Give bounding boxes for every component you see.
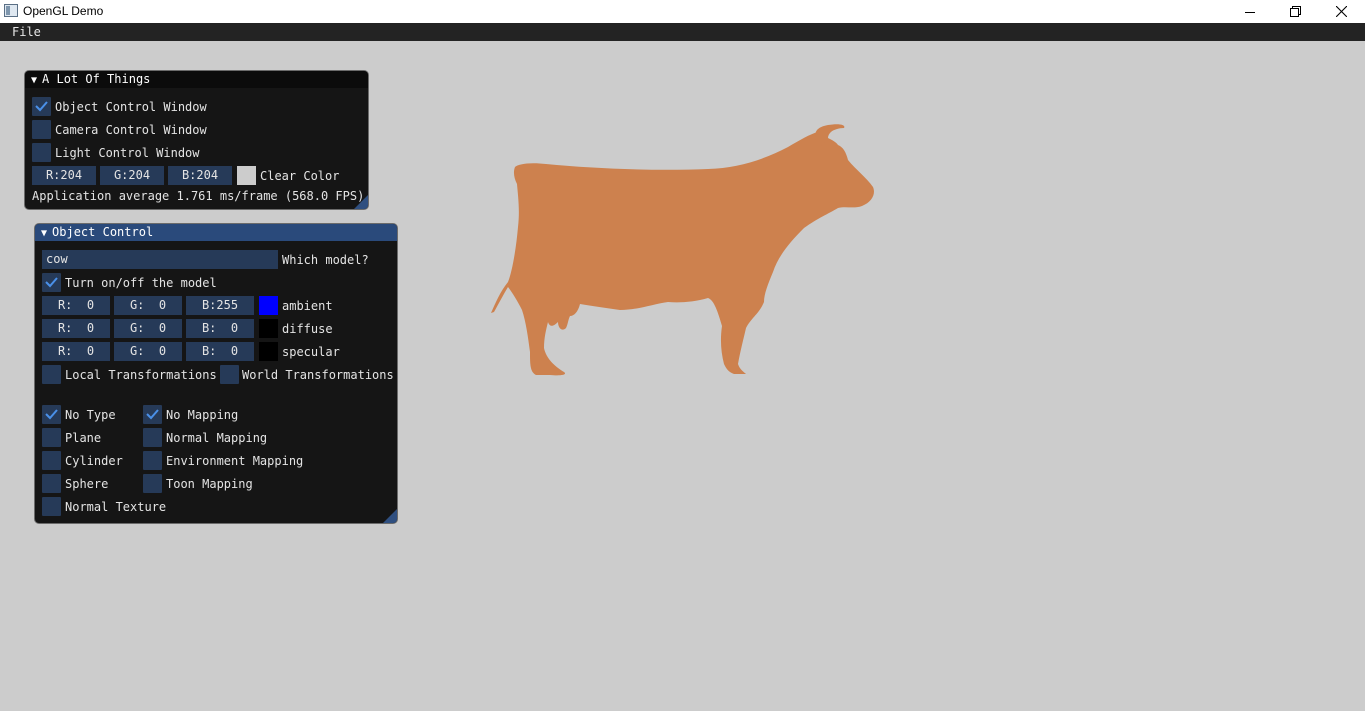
ambient-r-field[interactable]: R: 0: [42, 296, 110, 315]
light-control-window-label: Light Control Window: [55, 146, 200, 160]
light-control-window-checkbox[interactable]: [32, 143, 51, 162]
window-title: OpenGL Demo: [23, 4, 104, 18]
checkmark-icon: [45, 277, 58, 288]
window-title: A Lot Of Things: [42, 72, 151, 86]
camera-control-window-checkbox[interactable]: [32, 120, 51, 139]
normal-mapping-checkbox[interactable]: [143, 428, 162, 447]
ambient-g-field[interactable]: G: 0: [114, 296, 182, 315]
clear-color-b-field[interactable]: B:204: [168, 166, 232, 185]
clear-color-r-field[interactable]: R:204: [32, 166, 96, 185]
cylinder-label: Cylinder: [65, 454, 123, 468]
collapse-arrow-icon[interactable]: ▼: [31, 75, 37, 86]
minimize-button[interactable]: [1227, 0, 1273, 23]
normal-texture-label: Normal Texture: [65, 500, 167, 514]
menu-file[interactable]: File: [12, 25, 41, 39]
menu-bar: File: [0, 23, 1365, 41]
clear-color-swatch[interactable]: [237, 166, 256, 185]
turn-on-off-model-label: Turn on/off the model: [65, 276, 217, 290]
collapse-arrow-icon[interactable]: ▼: [41, 228, 47, 239]
restore-icon: [1289, 6, 1301, 17]
no-mapping-checkbox[interactable]: [143, 405, 162, 424]
checkmark-icon: [45, 409, 58, 420]
object-control-window-checkbox[interactable]: [32, 97, 51, 116]
object-control-window[interactable]: ▼ Object Control cow Which model? Turn on…: [34, 223, 398, 524]
diffuse-color-swatch[interactable]: [259, 319, 278, 338]
specular-label: specular: [282, 345, 340, 359]
turn-on-off-model-checkbox[interactable]: [42, 273, 61, 292]
diffuse-b-field[interactable]: B: 0: [186, 319, 254, 338]
sphere-label: Sphere: [65, 477, 109, 491]
sphere-checkbox[interactable]: [42, 474, 61, 493]
specular-color-swatch[interactable]: [259, 342, 278, 361]
fps-stats: Application average 1.761 ms/frame (568.…: [32, 189, 365, 203]
no-type-label: No Type: [65, 408, 116, 422]
checkmark-icon: [35, 101, 48, 112]
minimize-icon: [1245, 11, 1255, 13]
model-name-input[interactable]: cow: [42, 250, 278, 269]
a-lot-of-things-window[interactable]: ▼ A Lot Of Things Object Control Window C…: [24, 70, 369, 210]
window-header[interactable]: ▼ Object Control: [35, 224, 397, 241]
window-title: Object Control: [52, 225, 154, 239]
cylinder-checkbox[interactable]: [42, 451, 61, 470]
camera-control-window-label: Camera Control Window: [55, 123, 207, 137]
resize-grip[interactable]: [383, 509, 397, 523]
normal-mapping-label: Normal Mapping: [166, 431, 268, 445]
ambient-label: ambient: [282, 299, 333, 313]
world-transformations-label: World Transformations: [242, 368, 394, 382]
close-button[interactable]: [1318, 0, 1364, 23]
specular-g-field[interactable]: G: 0: [114, 342, 182, 361]
window-header[interactable]: ▼ A Lot Of Things: [25, 71, 368, 88]
environment-mapping-label: Environment Mapping: [166, 454, 304, 468]
resize-grip[interactable]: [354, 195, 368, 209]
window-titlebar[interactable]: OpenGL Demo: [0, 0, 1365, 23]
toon-mapping-checkbox[interactable]: [143, 474, 162, 493]
specular-r-field[interactable]: R: 0: [42, 342, 110, 361]
no-mapping-label: No Mapping: [166, 408, 239, 422]
ambient-b-field[interactable]: B:255: [186, 296, 254, 315]
no-type-checkbox[interactable]: [42, 405, 61, 424]
app-window-icon: [4, 4, 18, 17]
plane-checkbox[interactable]: [42, 428, 61, 447]
which-model-label: Which model?: [282, 253, 369, 267]
cow-model: [491, 124, 874, 376]
diffuse-r-field[interactable]: R: 0: [42, 319, 110, 338]
checkmark-icon: [146, 409, 159, 420]
local-transformations-label: Local Transformations: [65, 368, 217, 382]
ambient-color-swatch[interactable]: [259, 296, 278, 315]
object-control-window-label: Object Control Window: [55, 100, 207, 114]
toon-mapping-label: Toon Mapping: [166, 477, 253, 491]
normal-texture-checkbox[interactable]: [42, 497, 61, 516]
diffuse-label: diffuse: [282, 322, 333, 336]
clear-color-g-field[interactable]: G:204: [100, 166, 164, 185]
world-transformations-checkbox[interactable]: [220, 365, 239, 384]
restore-button[interactable]: [1272, 0, 1318, 23]
clear-color-label: Clear Color: [260, 169, 340, 183]
plane-label: Plane: [65, 431, 102, 445]
close-icon: [1335, 6, 1347, 17]
specular-b-field[interactable]: B: 0: [186, 342, 254, 361]
diffuse-g-field[interactable]: G: 0: [114, 319, 182, 338]
environment-mapping-checkbox[interactable]: [143, 451, 162, 470]
local-transformations-checkbox[interactable]: [42, 365, 61, 384]
